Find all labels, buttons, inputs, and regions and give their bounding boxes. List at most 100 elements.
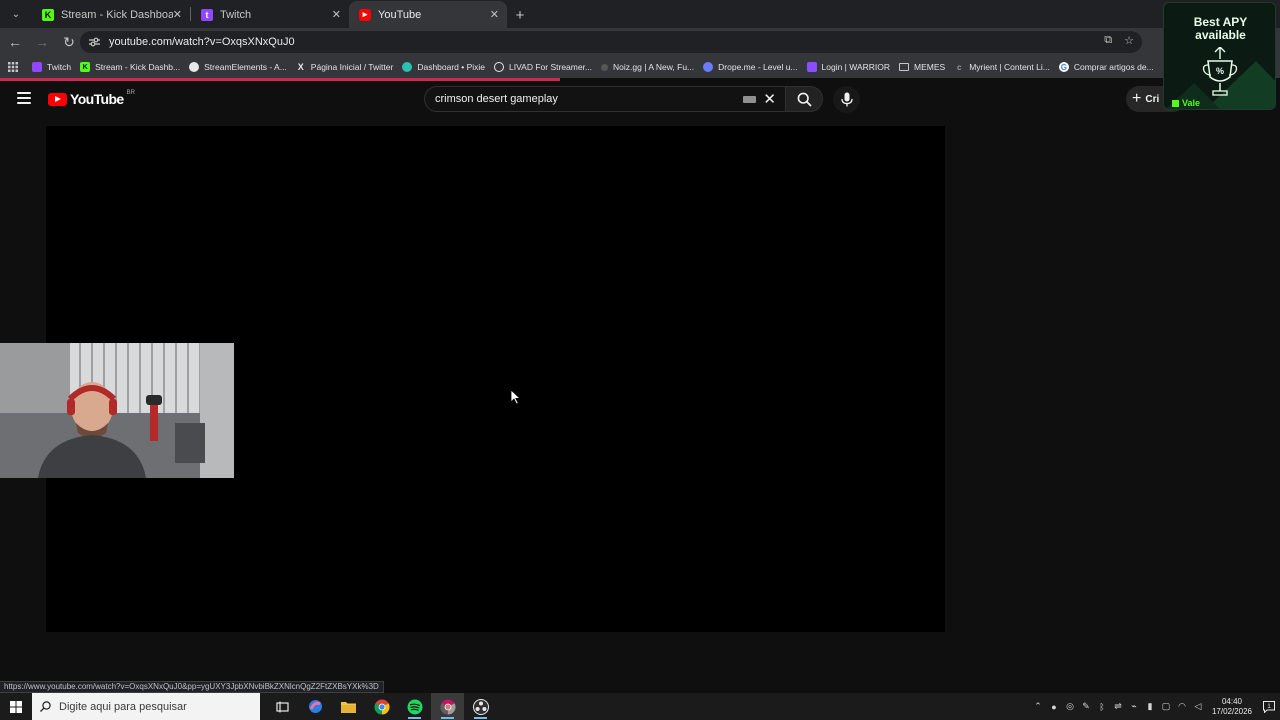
bookmark-label: LIVAD For Streamer... <box>509 62 593 72</box>
notification-center-button[interactable]: 1 <box>1258 700 1280 713</box>
tab-search-button[interactable]: ⌄ <box>4 3 28 25</box>
bookmark-folder-memes[interactable]: MEMES <box>899 62 945 72</box>
clock-date: 17/02/2026 <box>1211 706 1253 716</box>
bookmark-label: Stream - Kick Dashb... <box>95 62 181 72</box>
taskbar-copilot[interactable] <box>299 693 332 720</box>
taskbar-obs[interactable] <box>464 693 497 720</box>
search-input[interactable]: crimson desert gameplay ✕ <box>424 86 785 112</box>
bookmark-warrior[interactable]: Login | WARRIOR <box>806 62 890 72</box>
bookmark-twitch[interactable]: Twitch <box>32 62 71 72</box>
tab-kick-dashboard[interactable]: K Stream - Kick Dashboard ✕ <box>32 1 190 28</box>
x-icon: X <box>297 62 304 72</box>
windows-logo-icon <box>10 700 22 713</box>
taskbar-file-explorer[interactable] <box>332 693 365 720</box>
ad-cta-label: Vale <box>1182 98 1201 108</box>
country-code: BR <box>126 90 135 96</box>
windows-taskbar: Digite aqui para pesquisar ⌃ ● ◎ ✎ ᛒ ⇌ ⌁… <box>0 693 1280 720</box>
screen: ⌄ K Stream - Kick Dashboard ✕ t Twitch ✕… <box>0 0 1280 720</box>
bookmark-myrient[interactable]: c Myrient | Content Li... <box>954 62 1050 72</box>
pixie-icon <box>402 62 413 72</box>
task-view-button[interactable] <box>266 693 299 720</box>
steam-icon[interactable]: ● <box>1046 693 1062 720</box>
bookmark-label: Noiz.gg | A New, Fu... <box>613 62 695 72</box>
folder-icon <box>341 701 356 713</box>
network-tray-icon[interactable]: ⇌ <box>1110 693 1126 720</box>
bookmarks-bar: Twitch K Stream - Kick Dashb... StreamEle… <box>0 56 1280 78</box>
youtube-logo[interactable]: YouTube BR <box>48 90 135 107</box>
bluetooth-icon[interactable]: ᛒ <box>1094 693 1110 720</box>
app-tray-icon[interactable]: ◎ <box>1062 693 1078 720</box>
task-view-icon <box>276 701 289 712</box>
tab-twitch[interactable]: t Twitch ✕ <box>191 1 349 28</box>
show-hidden-icons-chevron-icon[interactable]: ⌃ <box>1030 693 1046 720</box>
taskbar-search-placeholder: Digite aqui para pesquisar <box>59 700 187 713</box>
address-text: youtube.com/watch?v=OxqsXNxQuJ0 <box>109 36 295 48</box>
mouse-cursor-icon <box>510 389 522 405</box>
bookmark-label: Dashboard • Pixie <box>417 62 486 72</box>
pen-icon[interactable]: ✎ <box>1078 693 1094 720</box>
search-icon <box>797 92 812 107</box>
spotify-icon <box>407 699 422 714</box>
tab-close-icon[interactable]: ✕ <box>173 8 182 21</box>
apps-grid-icon[interactable] <box>6 60 20 74</box>
wifi-icon[interactable]: ◠ <box>1174 693 1190 720</box>
site-info-icon[interactable] <box>88 36 100 48</box>
ad-title-line2: available <box>1195 28 1246 42</box>
ad-overlay[interactable]: Best APY available % Vale <box>1163 2 1276 110</box>
bookmark-label: MEMES <box>914 62 946 72</box>
install-app-icon[interactable]: ⧉ <box>1104 34 1112 47</box>
tab-title: YouTube <box>378 8 422 21</box>
voice-search-button[interactable] <box>833 86 860 113</box>
keyboard-icon[interactable] <box>743 95 757 103</box>
clear-search-icon[interactable]: ✕ <box>763 92 776 107</box>
search-query: crimson desert gameplay <box>435 93 558 105</box>
bookmark-pixie[interactable]: Dashboard • Pixie <box>402 62 485 72</box>
start-button[interactable] <box>0 693 32 720</box>
tab-youtube[interactable]: ▸ YouTube ✕ <box>349 1 507 28</box>
search-button[interactable] <box>785 86 823 112</box>
ad-cta[interactable]: Vale <box>1172 98 1200 108</box>
taskbar-spotify[interactable] <box>398 693 431 720</box>
bookmark-kick[interactable]: K Stream - Kick Dashb... <box>80 62 180 72</box>
taskbar-chrome[interactable] <box>365 693 398 720</box>
browser-tab-strip: ⌄ K Stream - Kick Dashboard ✕ t Twitch ✕… <box>0 0 1280 28</box>
tab-close-icon[interactable]: ✕ <box>490 8 499 21</box>
drope-icon <box>703 62 714 72</box>
meet-now-icon[interactable]: ▢ <box>1158 693 1174 720</box>
youtube-icon: ▸ <box>359 8 371 21</box>
streamelements-icon <box>189 62 200 72</box>
menu-icon[interactable] <box>17 92 31 104</box>
address-bar[interactable]: youtube.com/watch?v=OxqsXNxQuJ0 ⧉ ☆ <box>80 31 1142 53</box>
kick-icon <box>1172 100 1179 107</box>
usb-icon[interactable]: ⌁ <box>1126 693 1142 720</box>
tab-title: Twitch <box>220 8 252 21</box>
back-button[interactable]: ← <box>3 30 27 54</box>
bookmark-twitter[interactable]: X Página Inicial / Twitter <box>296 62 394 72</box>
svg-text:%: % <box>1216 66 1224 76</box>
bookmark-google-shopping[interactable]: G Comprar artigos de... <box>1058 62 1154 72</box>
system-tray: ⌃ ● ◎ ✎ ᛒ ⇌ ⌁ ▮ ▢ ◠ ◁ 04:40 17/02/2026 1 <box>1030 693 1280 720</box>
svg-text:1: 1 <box>1267 704 1271 710</box>
browser-toolbar: ← → ↻ youtube.com/watch?v=OxqsXNxQuJ0 ⧉ … <box>0 28 1280 56</box>
bookmark-star-icon[interactable]: ☆ <box>1124 34 1134 47</box>
taskbar-search-input[interactable]: Digite aqui para pesquisar <box>32 693 260 720</box>
clock[interactable]: 04:40 17/02/2026 <box>1206 697 1258 717</box>
new-tab-button[interactable]: + <box>507 2 533 28</box>
reload-button[interactable]: ↻ <box>57 30 81 54</box>
bookmark-streamelements[interactable]: StreamElements - A... <box>189 62 287 72</box>
bookmark-drope[interactable]: Drope.me - Level u... <box>703 62 798 72</box>
microphone-icon <box>840 92 853 107</box>
kick-icon: K <box>42 8 54 21</box>
tab-close-icon[interactable]: ✕ <box>332 8 341 21</box>
microphone-tray-icon[interactable]: ▮ <box>1142 693 1158 720</box>
bookmark-noiz[interactable]: Noiz.gg | A New, Fu... <box>601 62 694 72</box>
ad-title: Best APY available <box>1164 16 1275 42</box>
trophy-percent-icon: % <box>1202 47 1238 96</box>
taskbar-chrome-profile[interactable] <box>431 693 464 720</box>
forward-button[interactable]: → <box>30 30 54 54</box>
youtube-play-icon <box>48 92 67 106</box>
twitch-icon <box>32 62 42 72</box>
bookmark-livad[interactable]: LIVAD For Streamer... <box>494 62 592 72</box>
volume-icon[interactable]: ◁ <box>1190 693 1206 720</box>
bookmark-label: Drope.me - Level u... <box>718 62 798 72</box>
